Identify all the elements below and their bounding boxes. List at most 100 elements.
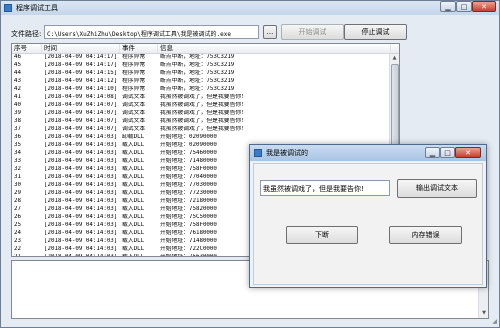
row-event: 调试文本 (122, 110, 146, 116)
row-time: [2018-04-09 04:14:15] (44, 70, 118, 76)
row-index: 31 (14, 174, 21, 180)
row-time: [2018-04-09 04:14:03] (44, 182, 118, 188)
row-event: 程序异常 (122, 70, 146, 76)
dialog-minimize-button[interactable]: ▁ (425, 147, 440, 158)
start-debug-button[interactable]: 开始调试 (281, 24, 344, 40)
break-button[interactable]: 下断 (286, 226, 358, 244)
row-index: 30 (14, 182, 21, 188)
row-index: 26 (14, 214, 21, 220)
row-event: 载入DLL (122, 158, 145, 164)
dialog-titlebar[interactable]: 我是被调试的 ▁ □ ✕ (250, 145, 486, 161)
row-info: 断点中断，地址：753C3219 (160, 78, 235, 84)
row-index: 34 (14, 150, 21, 156)
row-index: 22 (14, 246, 21, 252)
browse-button[interactable]: ... (263, 25, 277, 39)
row-time: [2018-04-09 04:14:08] (44, 94, 118, 100)
column-header-event[interactable]: 事件 (120, 44, 158, 53)
resize-grip[interactable]: ◢ (492, 318, 497, 325)
log-row[interactable]: 41 [2018-04-09 04:14:08] 调试文本 我虽然被调戏了，但是我要告… (12, 94, 389, 100)
log-row[interactable]: 37 [2018-04-09 04:14:07] 调试文本 我虽然被调戏了，但是我要告… (12, 126, 389, 132)
row-event: 载入DLL (122, 238, 145, 244)
output-debug-text-label: 输出调试文本 (416, 184, 458, 192)
row-time: [2018-04-09 04:14:03] (44, 142, 118, 148)
memory-error-button[interactable]: 内存错误 (389, 226, 462, 244)
minimize-button[interactable]: ▁ (440, 1, 456, 12)
row-index: 21 (14, 254, 21, 257)
row-index: 24 (14, 230, 21, 236)
row-index: 29 (14, 190, 21, 196)
row-event: 载入DLL (122, 190, 145, 196)
row-time: [2018-04-09 04:14:12] (44, 78, 118, 84)
row-index: 43 (14, 78, 21, 84)
row-event: 载入DLL (122, 166, 145, 172)
row-event: 调试文本 (122, 94, 146, 100)
row-index: 35 (14, 142, 21, 148)
debug-text-input[interactable]: 我虽然被调戏了，但是我要告你! (260, 180, 390, 196)
maximize-button[interactable]: □ (456, 1, 472, 12)
stop-debug-label: 停止调试 (361, 28, 390, 36)
row-event: 调试文本 (122, 118, 146, 124)
row-event: 载入DLL (122, 150, 145, 156)
row-time: [2018-04-09 04:14:10] (44, 86, 118, 92)
maximize-icon: □ (460, 3, 468, 11)
row-info: 我虽然被调戏了，但是我要告你！ (160, 110, 247, 116)
row-event: 载入DLL (122, 198, 145, 204)
row-info: 断点中断，地址：753C3219 (160, 62, 235, 68)
row-event: 程序异常 (122, 62, 146, 68)
log-row[interactable]: 44 [2018-04-09 04:14:15] 程序异常 断点中断，地址：753C3… (12, 70, 389, 76)
row-time: [2018-04-09 04:14:03] (44, 150, 118, 156)
row-event: 载入DLL (122, 142, 145, 148)
log-row[interactable]: 43 [2018-04-09 04:14:12] 程序异常 断点中断，地址：753C3… (12, 78, 389, 84)
row-index: 39 (14, 110, 21, 116)
row-event: 载入DLL (122, 230, 145, 236)
row-index: 36 (14, 134, 21, 140)
row-info: 我虽然被调戏了，但是我要告你！ (160, 126, 247, 132)
row-event: 载入DLL (122, 222, 145, 228)
row-info: 断点中断，地址：753C3219 (160, 54, 235, 60)
row-time: [2018-04-09 04:14:17] (44, 62, 118, 68)
close-icon: ✕ (481, 3, 487, 11)
log-row[interactable]: 45 [2018-04-09 04:14:17] 程序异常 断点中断，地址：753C3… (12, 62, 389, 68)
row-event: 载入DLL (122, 206, 145, 212)
dialog-close-button[interactable]: ✕ (455, 147, 481, 158)
stop-debug-button[interactable]: 停止调试 (344, 24, 407, 40)
row-time: [2018-04-09 04:14:17] (44, 54, 118, 60)
dialog-minimize-icon: ▁ (429, 149, 436, 157)
column-header-index[interactable]: 序号 (12, 44, 42, 53)
row-event: 程序异常 (122, 86, 146, 92)
log-row[interactable]: 38 [2018-04-09 04:14:07] 调试文本 我虽然被调戏了，但是我要告… (12, 118, 389, 124)
output-scroll-down-arrow[interactable]: ▼ (479, 309, 488, 318)
row-index: 44 (14, 70, 21, 76)
row-index: 33 (14, 158, 21, 164)
path-input[interactable]: C:\Users\XuZhiZhu\Desktop\程序调试工具\我是被调试的.… (44, 25, 259, 39)
column-header-time[interactable]: 时间 (42, 44, 120, 53)
row-event: 调试文本 (122, 126, 146, 132)
main-titlebar[interactable]: 程序调试工具 (1, 1, 499, 15)
log-row[interactable]: 39 [2018-04-09 04:14:07] 调试文本 我虽然被调戏了，但是我要告… (12, 110, 389, 116)
path-label: 文件路径: (11, 30, 42, 38)
log-row[interactable]: 40 [2018-04-09 04:14:07] 调试文本 我虽然被调戏了，但是我要告… (12, 102, 389, 108)
log-row[interactable]: 46 [2018-04-09 04:14:17] 程序异常 断点中断，地址：753C3… (12, 54, 389, 60)
close-button[interactable]: ✕ (472, 1, 496, 12)
row-index: 37 (14, 126, 21, 132)
row-time: [2018-04-09 04:14:03] (44, 254, 118, 257)
main-title: 程序调试工具 (16, 4, 58, 12)
dialog-client: 我虽然被调戏了，但是我要告你! 输出调试文本 下断 内存错误 (253, 163, 483, 285)
break-button-label: 下断 (315, 231, 329, 239)
dialog-maximize-button[interactable]: □ (440, 147, 455, 158)
column-header-info[interactable]: 信息 (158, 44, 391, 53)
scroll-up-arrow[interactable]: ▲ (390, 54, 399, 63)
row-info: 我虽然被调戏了，但是我要告你！ (160, 94, 247, 100)
row-event: 程序异常 (122, 54, 146, 60)
row-time: [2018-04-09 04:14:03] (44, 174, 118, 180)
row-time: [2018-04-09 04:14:03] (44, 158, 118, 164)
log-row[interactable]: 42 [2018-04-09 04:14:10] 程序异常 断点中断，地址：753C3… (12, 86, 389, 92)
path-input-value: C:\Users\XuZhiZhu\Desktop\程序调试工具\我是被调试的.… (47, 31, 231, 38)
row-time: [2018-04-09 04:14:03] (44, 230, 118, 236)
row-time: [2018-04-09 04:14:03] (44, 190, 118, 196)
log-row[interactable]: 36 [2018-04-09 04:14:03] 卸载DLL 开始地址：0209000… (12, 134, 389, 140)
output-debug-text-button[interactable]: 输出调试文本 (397, 179, 477, 198)
row-event: 载入DLL (122, 182, 145, 188)
row-index: 46 (14, 54, 21, 60)
dialog-app-icon (254, 149, 262, 157)
